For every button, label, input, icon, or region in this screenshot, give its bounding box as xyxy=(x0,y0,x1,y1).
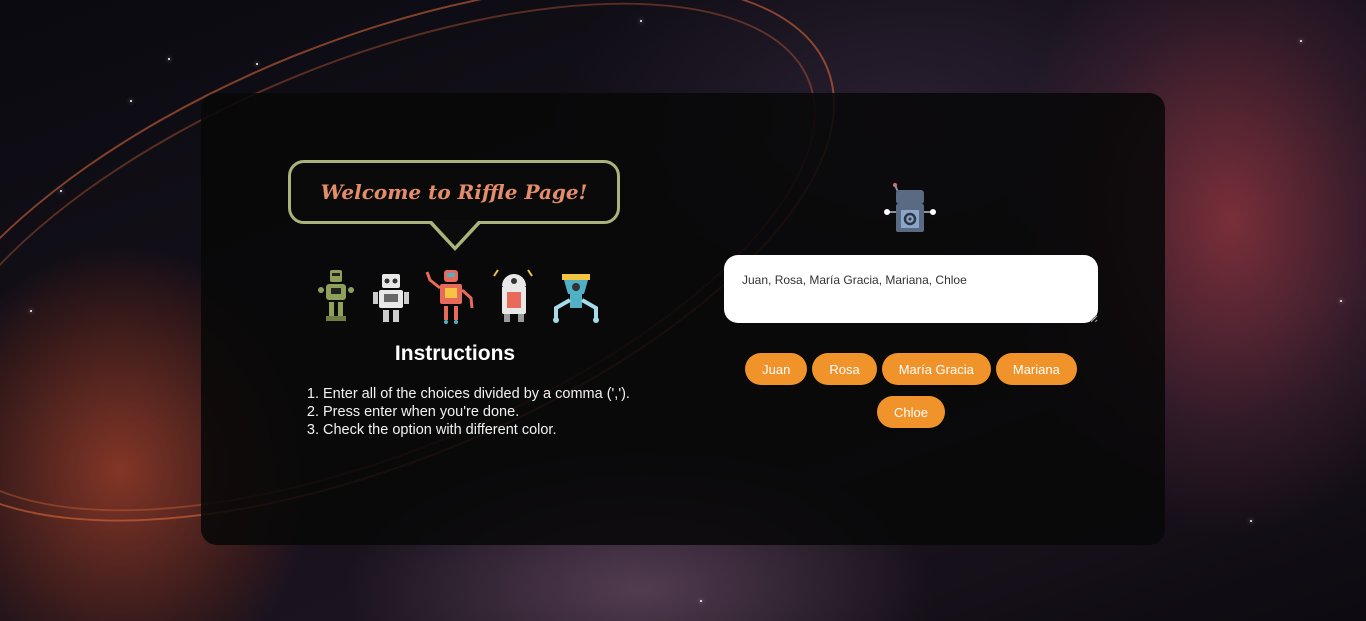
star xyxy=(1340,300,1342,302)
instructions-title: Instructions xyxy=(394,342,516,365)
star xyxy=(1250,520,1252,522)
star xyxy=(256,63,258,65)
welcome-title: Welcome to Riffle Page! xyxy=(320,180,588,204)
robot-row xyxy=(316,264,602,324)
instruction-step: Check the option with different color. xyxy=(323,421,643,439)
choice-chip[interactable]: María Gracia xyxy=(881,353,991,385)
star xyxy=(640,20,642,22)
choices-container: Juan Rosa María Gracia Mariana Chloe xyxy=(724,353,1098,428)
star xyxy=(1300,40,1302,42)
robot-mascot-icon xyxy=(884,183,936,232)
choices-input[interactable]: Juan, Rosa, María Gracia, Mariana, Chloe xyxy=(724,255,1098,323)
robot-green-icon xyxy=(318,270,354,321)
star xyxy=(60,190,62,192)
robot-dome-icon xyxy=(492,269,533,322)
star xyxy=(700,600,702,602)
choice-chip[interactable]: Rosa xyxy=(812,353,877,385)
robot-red-waving-icon xyxy=(425,270,474,324)
instruction-step: Enter all of the choices divided by a co… xyxy=(323,385,643,403)
choice-chip[interactable]: Mariana xyxy=(995,353,1077,385)
star xyxy=(30,310,32,312)
robot-blue-icon xyxy=(553,274,599,323)
bubble-tail-inner xyxy=(431,220,479,246)
robot-white-icon xyxy=(372,274,409,322)
instructions-list: Enter all of the choices divided by a co… xyxy=(305,385,643,439)
star xyxy=(130,100,132,102)
instruction-step: Press enter when you're done. xyxy=(323,403,643,421)
welcome-bubble: Welcome to Riffle Page! xyxy=(288,160,620,224)
choice-chip[interactable]: Chloe xyxy=(877,396,945,428)
choice-chip[interactable]: Juan xyxy=(745,353,808,385)
star xyxy=(168,58,170,60)
